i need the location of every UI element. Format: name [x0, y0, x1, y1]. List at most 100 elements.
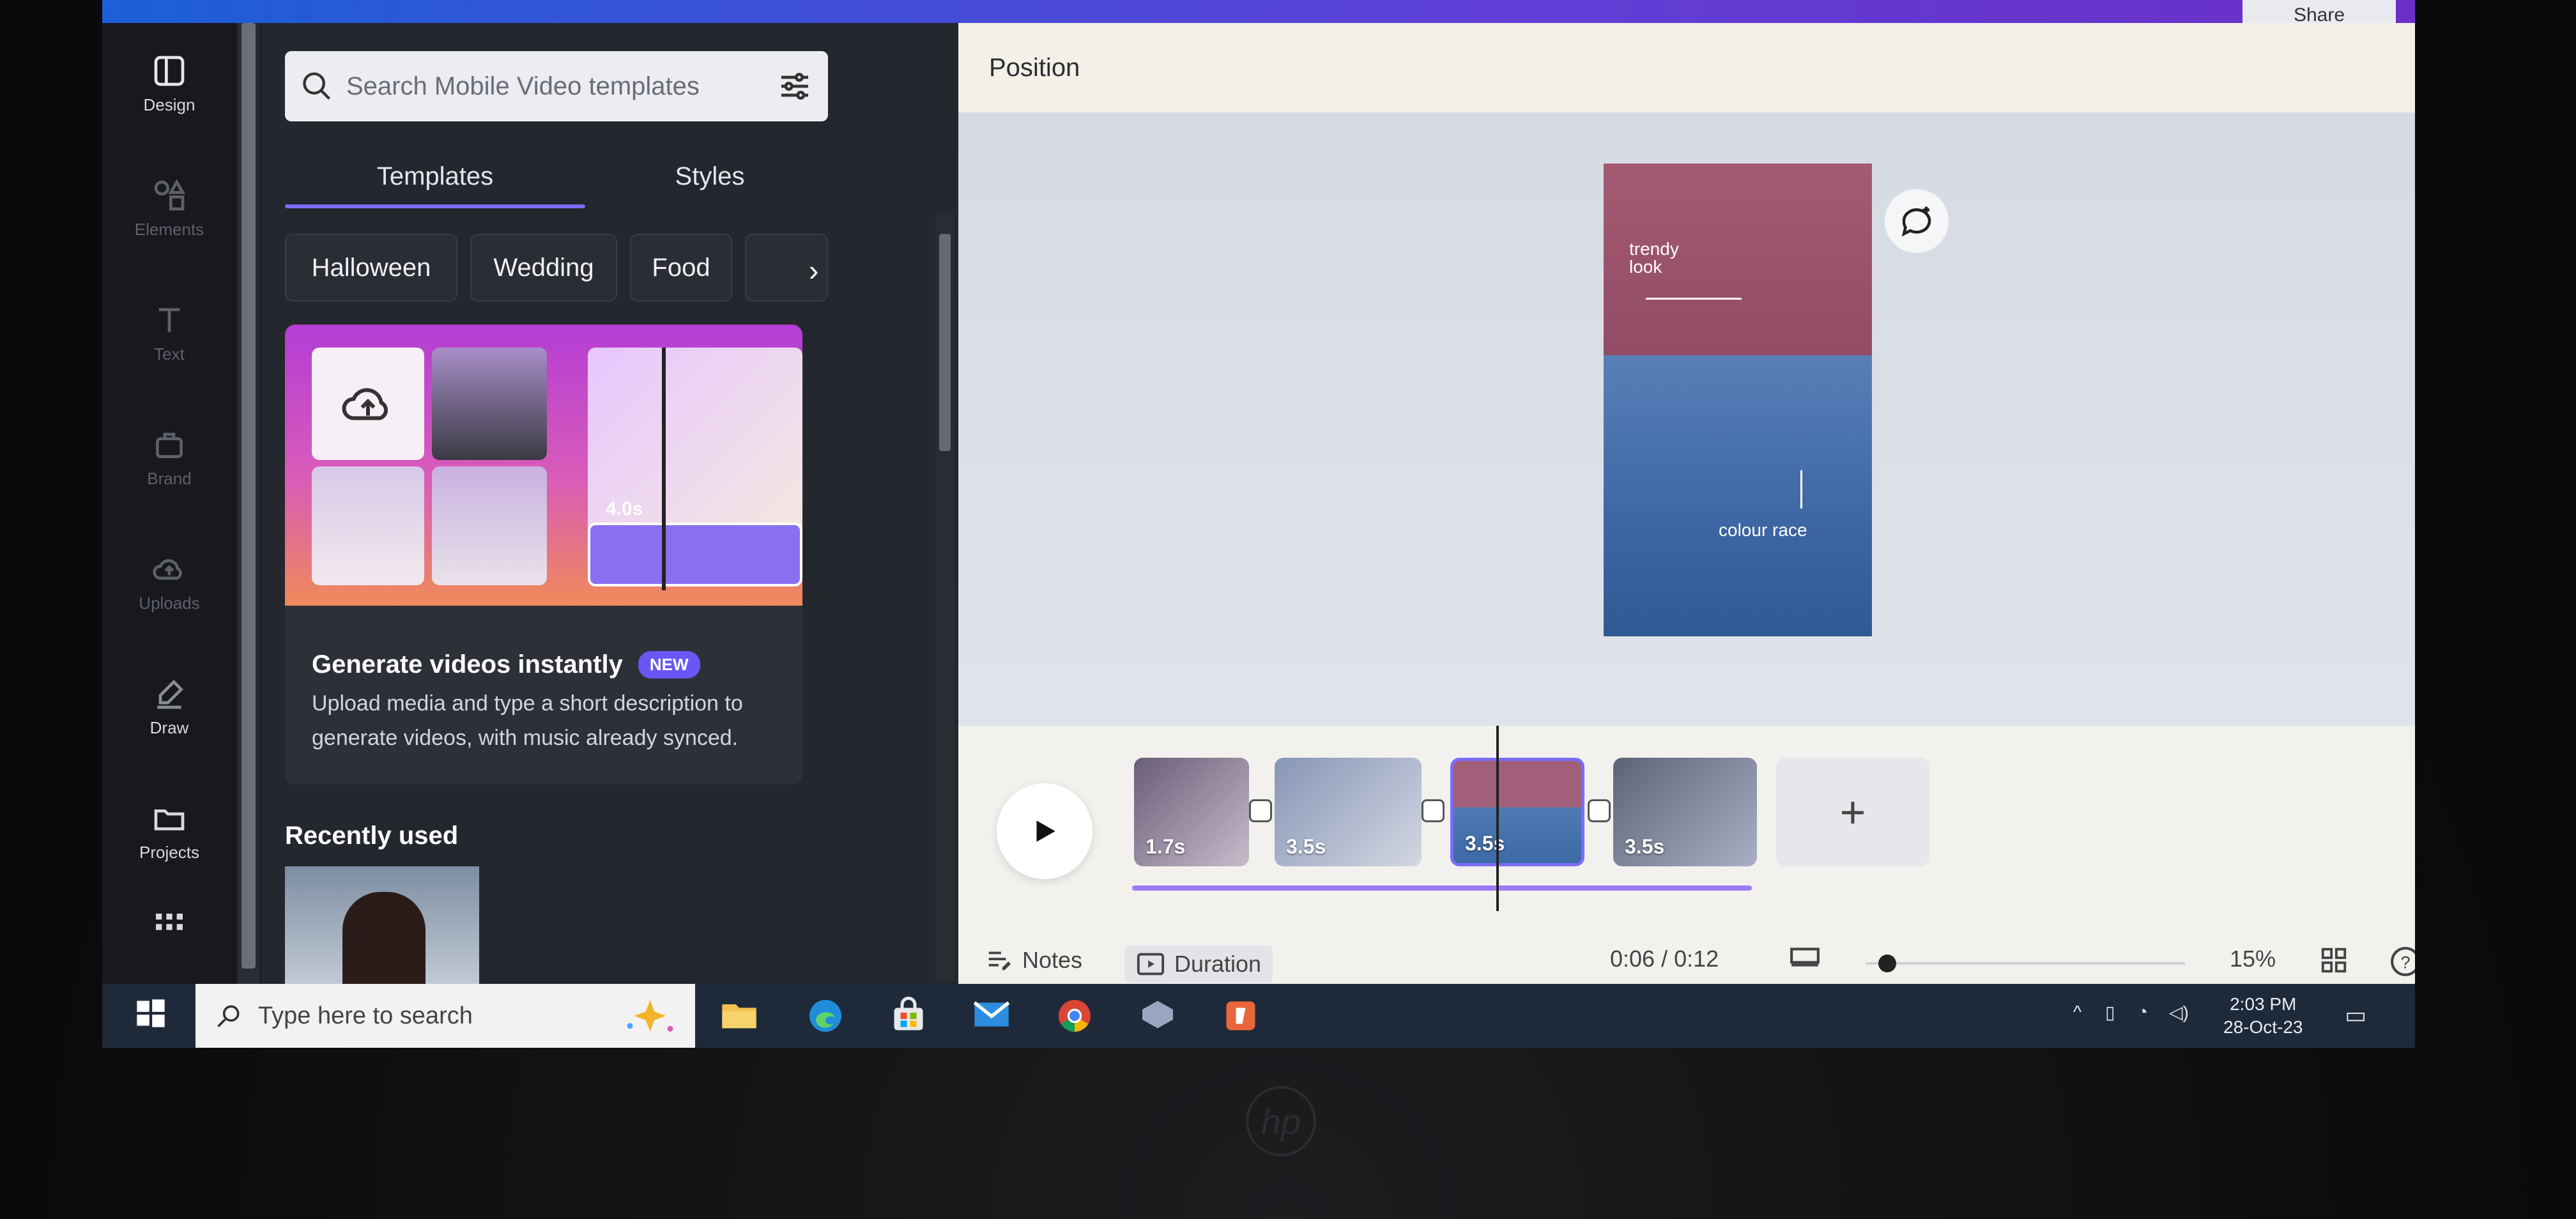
app-taskbar-icon[interactable] [1137, 997, 1178, 1035]
tab-templates[interactable]: Templates [285, 144, 585, 208]
rail-item-uploads[interactable]: Uploads [102, 534, 236, 630]
taskbar-search[interactable]: Type here to search [195, 984, 695, 1048]
clip-duration: 3.5s [1625, 835, 1665, 858]
page-view-button[interactable] [1789, 946, 1821, 969]
help-icon: ? [2391, 947, 2415, 976]
duration-icon [1137, 953, 1165, 976]
preview-playhead [662, 348, 666, 590]
rail-label: Uploads [139, 593, 200, 613]
rail-item-brand[interactable]: Brand [102, 410, 236, 505]
show-hidden-icons-button[interactable]: ^ [2073, 1002, 2082, 1022]
notes-button[interactable]: Notes [984, 946, 1082, 975]
add-clip-button[interactable]: + [1776, 758, 1929, 866]
chrome-taskbar-icon[interactable] [1054, 997, 1095, 1035]
scroll-thumb[interactable] [939, 234, 951, 451]
canvas-area[interactable]: trendy look colour race [958, 112, 2415, 687]
store-icon [894, 997, 923, 1031]
promo-title-row: Generate videos instantly NEW [312, 650, 700, 679]
search-icon [217, 1005, 240, 1027]
rail-item-projects[interactable]: Projects [102, 783, 236, 879]
taskbar-clock[interactable]: 2:03 PM 28-Oct-23 [2223, 993, 2303, 1039]
chip-wedding[interactable]: Wedding [470, 234, 617, 302]
design-page[interactable]: trendy look colour race [1604, 164, 1872, 636]
upload-tile [312, 348, 424, 460]
brand-icon [156, 432, 183, 458]
chrome-browser-icon [1059, 1000, 1091, 1032]
timeline-clip[interactable]: 3.5s [1275, 758, 1422, 866]
transition-button[interactable] [1588, 799, 1611, 822]
tab-styles[interactable]: Styles [592, 144, 828, 208]
template-search-input[interactable]: Search Mobile Video templates [285, 51, 828, 121]
rail-item-text[interactable]: Text [102, 285, 236, 381]
dog-photo-tile [432, 466, 547, 585]
windows-taskbar: Type here to search ^ ▯ ◔ ◁) 2:03 PM 28-… [102, 984, 2415, 1048]
file-explorer-taskbar-icon[interactable] [719, 997, 760, 1035]
rail-item-draw[interactable]: Draw [102, 659, 236, 755]
office-taskbar-icon[interactable] [1220, 997, 1261, 1035]
arrow-line [1646, 298, 1742, 300]
dog-photo-tile [432, 348, 547, 460]
play-button[interactable] [997, 783, 1092, 879]
zoom-level[interactable]: 15% [2230, 946, 2276, 972]
pen-icon [157, 679, 183, 709]
grid-view-button[interactable] [2319, 946, 2349, 975]
office-app-icon [1226, 1001, 1255, 1031]
position-button[interactable]: Position [989, 54, 1080, 82]
arrow-line [1800, 470, 1802, 509]
timeline-clip[interactable]: 3.5s [1613, 758, 1757, 866]
store-taskbar-icon[interactable] [888, 997, 929, 1035]
timeline: 1.7s 3.5s 3.5s 3.5s + Notes Duration 0:0… [958, 726, 2415, 984]
notifications-icon[interactable]: ▭ [2345, 1002, 2366, 1029]
zoom-slider[interactable] [1866, 962, 2185, 965]
rail-item-elements[interactable]: Elements [102, 160, 236, 256]
clip-duration: 1.7s [1146, 835, 1186, 858]
rail-label: Design [143, 95, 195, 114]
rail-item-design[interactable]: Design [102, 36, 236, 132]
chip-halloween[interactable]: Halloween [285, 234, 457, 302]
rail-item-apps[interactable] [102, 879, 236, 975]
duration-button[interactable]: Duration [1124, 946, 1273, 983]
recently-used-heading: Recently used [285, 822, 459, 850]
screen: Share Design Elements Text Brand Uploads… [102, 0, 2415, 1048]
mail-taskbar-icon[interactable] [971, 997, 1012, 1035]
text-trendy-look[interactable]: trendy look [1629, 240, 1706, 276]
search-placeholder: Search Mobile Video templates [346, 72, 700, 100]
generate-video-card[interactable]: 4.0s Generate videos instantly NEW Uploa… [285, 325, 802, 785]
top-bar: Share [102, 0, 2415, 31]
chevron-right-icon[interactable]: › [809, 253, 828, 287]
clip-duration: 3.5s [1286, 835, 1326, 858]
sparkle-decoration-icon [627, 1000, 673, 1032]
transition-button[interactable] [1422, 799, 1445, 822]
text-colour-race[interactable]: colour race [1719, 521, 1807, 539]
transition-button[interactable] [1249, 799, 1272, 822]
edge-taskbar-icon[interactable] [805, 997, 846, 1035]
context-toolbar: Position [958, 23, 2415, 112]
recent-design-thumbnail[interactable] [285, 866, 479, 994]
timeline-playhead[interactable] [1496, 726, 1499, 911]
timeline-clip[interactable]: 1.7s [1134, 758, 1249, 866]
clip-duration: 4.0s [606, 498, 643, 519]
clock-date: 28-Oct-23 [2223, 1017, 2303, 1037]
notes-icon [988, 951, 1011, 970]
chip-food[interactable]: Food [630, 234, 732, 302]
rail-label: Text [154, 344, 185, 364]
windows-start-button[interactable] [134, 997, 175, 1035]
editor-area: Position trendy look colour race 1.7s 3.… [958, 23, 2415, 984]
apps-grid-icon [156, 914, 183, 930]
comment-add-button[interactable] [1885, 189, 1949, 253]
timeline-clip-selected[interactable]: 3.5s [1450, 758, 1584, 866]
rail-scrollbar[interactable] [238, 23, 259, 984]
volume-icon[interactable]: ◁) [2169, 1002, 2189, 1023]
time-readout: 0:06 / 0:12 [1610, 946, 1719, 972]
zoom-slider-handle[interactable] [1878, 954, 1896, 972]
scroll-thumb[interactable] [241, 23, 256, 969]
windows-logo-icon [137, 999, 165, 1027]
rail-label: Elements [134, 219, 204, 239]
panel-scrollbar[interactable] [935, 215, 954, 981]
filter-icon[interactable] [777, 68, 813, 104]
battery-icon[interactable]: ▯ [2105, 1002, 2115, 1023]
help-button[interactable]: ? [2389, 946, 2415, 977]
wifi-icon[interactable]: ◔ [2137, 1002, 2148, 1022]
layout-icon [154, 56, 185, 86]
person-silhouette [342, 892, 425, 994]
